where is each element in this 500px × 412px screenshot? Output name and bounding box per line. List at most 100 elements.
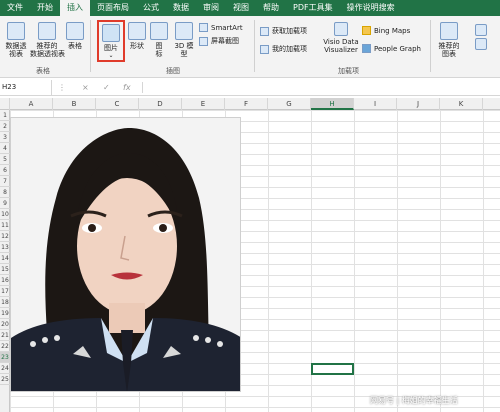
row-headers: 1 2 3 4 5 6 7 8 9 10 11 12 13 14 15 16 17 18 19 20 21 22 23 24 2… [0,110,10,412]
row-header[interactable]: 7 [0,176,10,187]
column-header[interactable]: I [354,98,397,110]
row-header[interactable]: 25 [0,374,10,385]
store-icon [260,26,269,36]
visio-visualizer-button[interactable]: Visio Data Visualizer [322,22,360,54]
row-header[interactable]: 22 [0,341,10,352]
3d-models-button[interactable]: 3D 模 型 [172,22,196,58]
portrait-image [11,118,240,391]
column-header[interactable]: D [139,98,182,110]
column-header[interactable]: J [397,98,440,110]
options-icon: ⋮ [58,83,66,92]
chart-types-button[interactable] [466,24,496,60]
ribbon-insert: 数据透 视表 推荐的 数据透视表 表格 表格 图片 ⌄ 形状 图 标 3D 模 型… [0,16,500,78]
recommended-charts-button[interactable]: 推荐的 图表 [436,22,462,58]
group-label-illustrations: 插图 [166,67,180,75]
row-header[interactable]: 8 [0,187,10,198]
column-header[interactable]: K [440,98,483,110]
row-header[interactable]: 23 [0,352,10,363]
inserted-picture[interactable] [10,117,241,392]
row-header[interactable]: 20 [0,319,10,330]
function-icon[interactable]: fx [123,80,131,95]
row-header[interactable]: 10 [0,209,10,220]
ribbon-tab[interactable]: 视图 [226,0,256,16]
people-graph-icon [362,44,371,53]
pivot-table-button[interactable]: 数据透 视表 [2,22,30,58]
row-header[interactable]: 6 [0,165,10,176]
ribbon-tab[interactable]: 页面布局 [90,0,136,16]
shapes-icon [128,22,146,40]
watermark: 网易号 | 梅姐的幸福生活 [370,396,458,405]
group-separator [430,20,431,72]
smartart-icon [199,23,208,32]
ribbon-tab[interactable]: 数据 [166,0,196,16]
icons-button[interactable]: 图 标 [149,22,169,58]
group-separator [254,20,255,72]
addins-icon [260,44,269,54]
ribbon-tab[interactable]: 开始 [30,0,60,16]
tell-me-search[interactable]: 操作说明搜索 [340,0,402,16]
screenshot-icon [199,36,208,46]
select-all-corner[interactable] [0,98,10,110]
my-addins-button[interactable]: 我的加载项 [260,44,307,54]
selected-cell-h23[interactable] [311,363,354,375]
row-header[interactable]: 21 [0,330,10,341]
row-header[interactable]: 17 [0,286,10,297]
column-headers: ABCDEFGHIJK [0,98,500,110]
line-chart-icon [475,38,487,50]
chart-icon [440,22,458,40]
enter-icon[interactable]: ✓ [103,80,110,95]
cancel-icon[interactable]: × [82,80,89,95]
get-addins-button[interactable]: 获取加载项 [260,26,307,36]
recommended-pivot-button[interactable]: 推荐的 数据透视表 [30,22,65,58]
column-header[interactable]: H [311,98,354,110]
row-header[interactable]: 18 [0,297,10,308]
row-header[interactable]: 24 [0,363,10,374]
formula-input[interactable] [146,80,496,95]
picture-icon [102,24,120,42]
column-header[interactable]: F [225,98,268,110]
column-header[interactable]: A [10,98,53,110]
smartart-button[interactable]: SmartArt [199,23,243,32]
bar-chart-icon [475,24,487,36]
divider [142,82,143,93]
column-header[interactable]: B [53,98,96,110]
row-header[interactable]: 5 [0,154,10,165]
ribbon-tab[interactable]: 审阅 [196,0,226,16]
column-header[interactable]: C [96,98,139,110]
row-header[interactable]: 11 [0,220,10,231]
column-header[interactable]: G [268,98,311,110]
people-graph-button[interactable]: People Graph [362,44,421,53]
row-header[interactable]: 3 [0,132,10,143]
formula-bar: H23 ⋮ × ✓ fx [0,80,500,96]
row-header[interactable]: 12 [0,231,10,242]
group-label-tables: 表格 [36,67,50,75]
row-header[interactable]: 4 [0,143,10,154]
ribbon-tab[interactable]: 文件 [0,0,30,16]
column-header[interactable]: E [182,98,225,110]
name-box[interactable]: H23 [0,80,52,95]
shapes-button[interactable]: 形状 [127,22,147,50]
group-separator [90,20,91,72]
ribbon-tab[interactable]: 公式 [136,0,166,16]
ribbon-tab[interactable]: 插入 [60,0,90,16]
row-header[interactable]: 14 [0,253,10,264]
bing-icon [362,26,371,35]
table-button[interactable]: 表格 [64,22,86,50]
row-header[interactable]: 19 [0,308,10,319]
icons-icon [150,22,168,40]
row-header[interactable]: 2 [0,121,10,132]
visio-icon [334,22,348,36]
cube-icon [175,22,193,40]
picture-button[interactable]: 图片 ⌄ [97,20,125,62]
ribbon-tab[interactable]: PDF工具集 [286,0,340,16]
ribbon-tab-bar: 文件 开始 插入 页面布局 公式 数据 审阅 视图 帮助 PDF工具集 操作说明搜索 [0,0,500,16]
group-label-addins: 加载项 [338,67,359,75]
ribbon-tab[interactable]: 帮助 [256,0,286,16]
screenshot-button[interactable]: 屏幕截图 [199,36,239,46]
row-header[interactable]: 9 [0,198,10,209]
row-header[interactable]: 15 [0,264,10,275]
row-header[interactable]: 1 [0,110,10,121]
row-header[interactable]: 16 [0,275,10,286]
bing-maps-button[interactable]: Bing Maps [362,26,410,35]
row-header[interactable]: 13 [0,242,10,253]
